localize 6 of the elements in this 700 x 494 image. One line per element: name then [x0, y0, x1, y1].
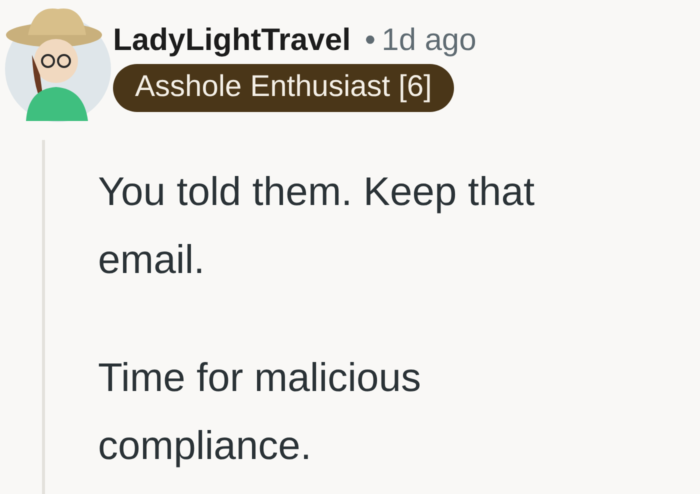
- user-flair: Asshole Enthusiast [6]: [113, 64, 454, 112]
- separator-dot: •: [364, 22, 376, 58]
- comment-paragraph: You told them. Keep that email.: [98, 169, 536, 284]
- timestamp: 1d ago: [382, 22, 476, 58]
- username[interactable]: LadyLightTravel: [113, 22, 351, 58]
- comment-paragraph: Time for malicious compliance.: [98, 355, 422, 470]
